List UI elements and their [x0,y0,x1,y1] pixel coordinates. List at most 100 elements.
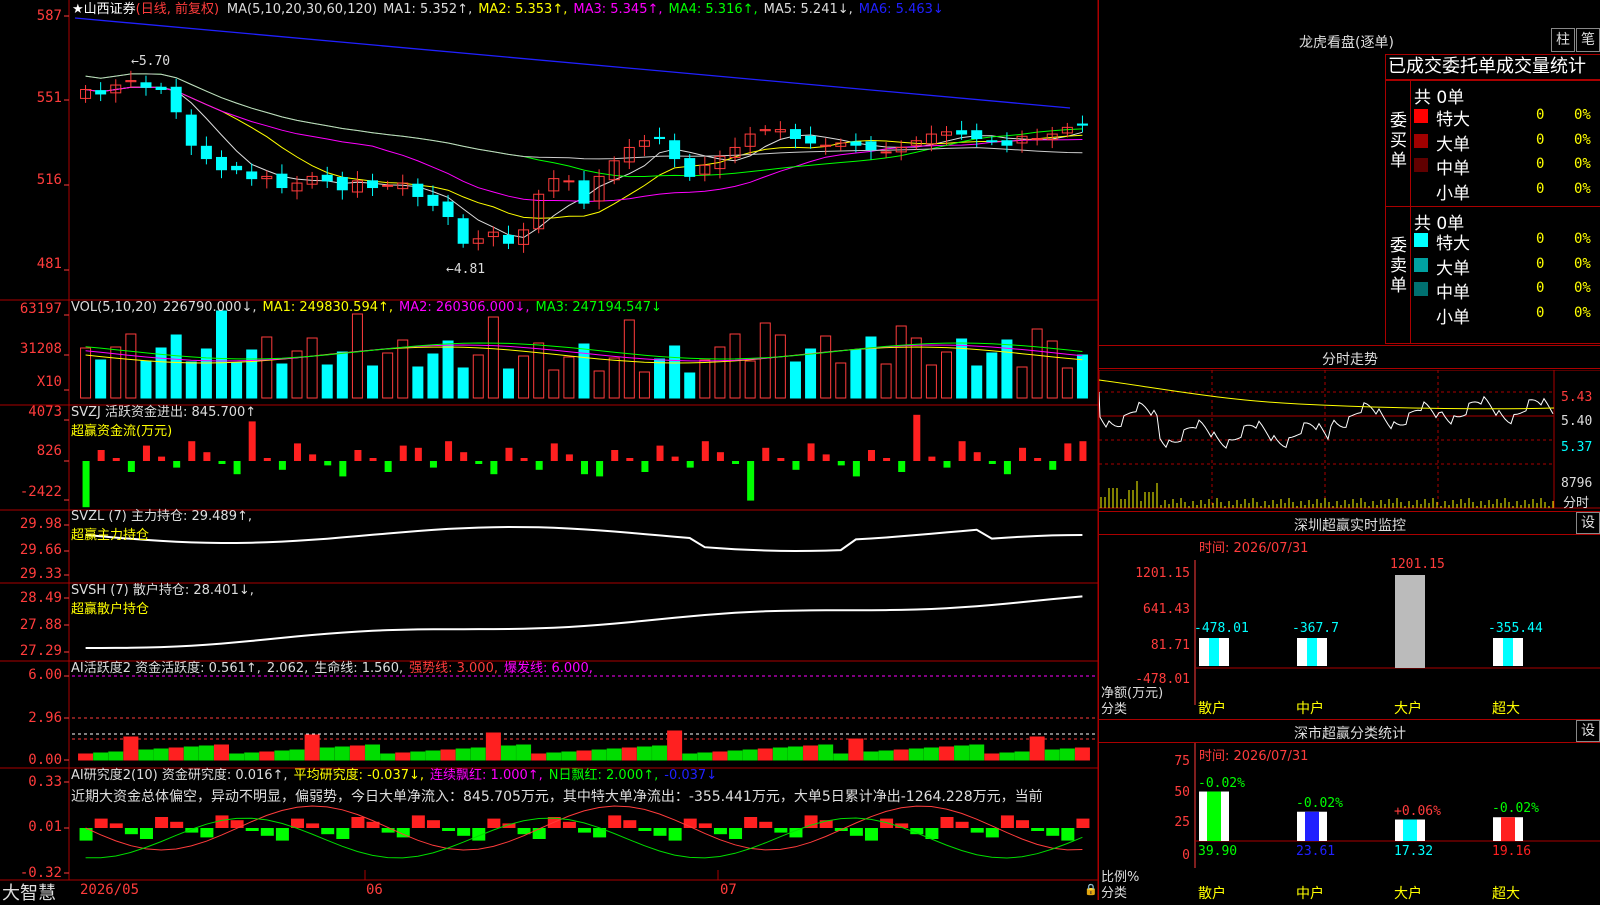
volume-bar [789,361,801,399]
intraday-chart[interactable] [1099,370,1600,510]
flow-bar [233,461,241,475]
header-item: MA3: 247194.547↓ [535,300,662,315]
row-count: 0 [1536,280,1545,296]
research-bar [260,828,274,836]
monitor-bar-core [1307,638,1317,666]
svzl-header: SVZL (7) 主力持仓: 29.489↑, [71,509,258,524]
volume-bar [502,368,514,399]
research-bar [623,820,637,828]
activity-bar [954,745,970,761]
research-bar [200,828,214,838]
monitor-bar [1395,575,1425,668]
flow-bar [626,458,634,461]
flow-bar [550,443,558,461]
ma6-line [74,17,1071,109]
volume-bar [427,353,439,399]
legend-swatch [1414,257,1428,272]
activity-bar [153,748,169,761]
candle-body [1076,123,1088,126]
candle-body [1001,140,1013,146]
volume-bar [1046,340,1058,399]
activity-bar [500,745,516,761]
row-name: 小单 [1436,307,1470,328]
volume-bar [865,336,877,399]
activity-bar [1059,748,1075,761]
monitor-value: -478.01 [1194,621,1249,636]
flow-bar [973,452,981,461]
activity-bar [198,745,214,761]
activity-bar [516,744,532,761]
flow-bar [1003,461,1011,475]
row-percent: 0% [1574,156,1591,172]
tab-bar[interactable]: 柱 [1551,28,1575,52]
header-item: -0.037↓ [664,768,718,783]
classify-bar-core [1207,791,1221,841]
volume-bar [941,351,953,399]
flow-bar [369,458,377,461]
flow-bar [218,461,226,464]
row-percent: 0% [1574,304,1591,321]
activity-bar [380,753,396,761]
activity-bar [259,751,275,761]
classify-value: 17.32 [1394,844,1434,859]
monitor-settings-button[interactable]: 设 [1576,512,1600,534]
monitor-value: -355.44 [1488,621,1543,636]
axis-label: 551 [36,90,62,106]
axis-label: 27.88 [19,617,62,633]
volume-bar [684,372,696,399]
volume-bar [608,357,620,399]
flow-bar [127,461,135,472]
research-bar [185,828,199,833]
low-annotation: ←4.81 [446,262,486,277]
volume-bar [306,337,318,399]
candle-body [95,90,107,95]
volume-bar [487,316,499,399]
lock-icon[interactable]: 🔒 [1084,883,1098,896]
ma-line [85,73,1083,178]
row-percent: 0% [1574,131,1591,148]
flow-bar [701,441,709,461]
candle-body [140,82,152,88]
classify-settings-button[interactable]: 设 [1576,720,1600,742]
axis-label: 587 [36,8,62,24]
main-chart[interactable]: ★山西证券(日线, 前复权) MA(5,10,20,30,60,120) MA1:… [0,0,1100,904]
candle-body [336,177,348,191]
flow-bar [762,447,770,461]
research-bar [653,828,667,836]
activity-bar [485,732,501,761]
volume-bar [215,310,227,399]
row-name: 特大 [1436,234,1470,254]
flow-bar [852,461,860,477]
header-item: SVSH (7) 散户持仓: 28.401↓, [71,583,254,598]
flow-bar [716,452,724,461]
activity-bar [576,750,592,761]
flow-bar [82,461,90,508]
research-bar [306,823,320,828]
flow-bar [248,421,256,461]
sell-label: 委卖单 [1390,236,1407,296]
research-bar [1061,828,1075,841]
research-bar [638,828,652,831]
research-bar [230,820,244,828]
row-count: 0 [1536,180,1545,197]
research-bar [487,818,501,828]
flow-bar [188,441,196,461]
chart-canvas[interactable] [0,0,1100,900]
legend-swatch [1414,133,1428,148]
activity-bar [229,753,245,761]
activity-bar [742,749,758,761]
axis-label: 516 [36,172,62,188]
tab-tick[interactable]: 笔 [1576,28,1600,52]
activity-bar [289,749,305,761]
monitor-axis-label: 81.71 [1150,638,1190,653]
activity-bar [606,748,622,761]
volume-bar [200,348,212,399]
flow-bar [399,445,407,461]
axis-label: 4073 [28,404,62,420]
research-bar [578,828,591,833]
volume-bar [276,363,288,399]
flow-bar [203,452,211,461]
header-item: 226790.000↓, [162,300,257,315]
volume-bar [1061,367,1073,399]
activity-bar [893,749,909,761]
